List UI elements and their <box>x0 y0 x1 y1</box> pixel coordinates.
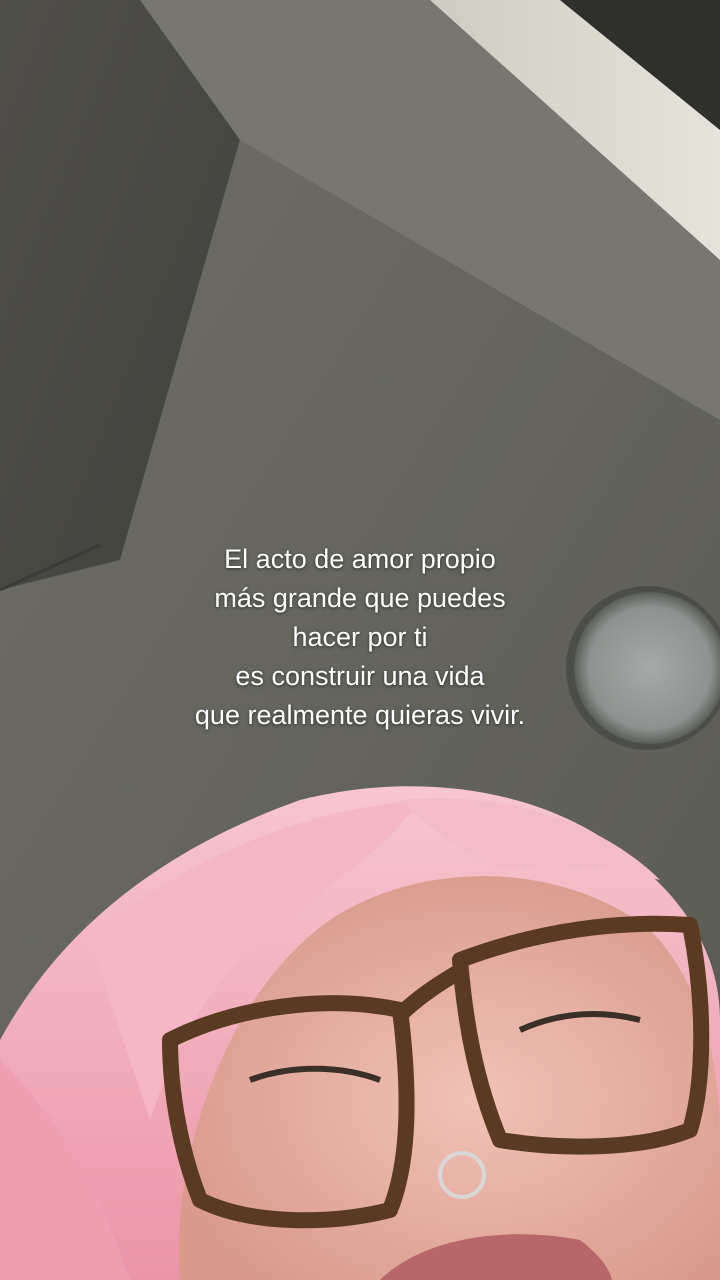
caption-overlay: El acto de amor propio más grande que pu… <box>0 540 720 735</box>
caption-line: más grande que puedes <box>214 583 506 613</box>
caption-line: que realmente quieras vivir. <box>194 700 526 730</box>
caption-line: El acto de amor propio <box>224 544 496 574</box>
caption-line: es construir una vida <box>235 661 485 691</box>
video-frame: El acto de amor propio más grande que pu… <box>0 0 720 1280</box>
caption-line: hacer por ti <box>292 622 428 652</box>
